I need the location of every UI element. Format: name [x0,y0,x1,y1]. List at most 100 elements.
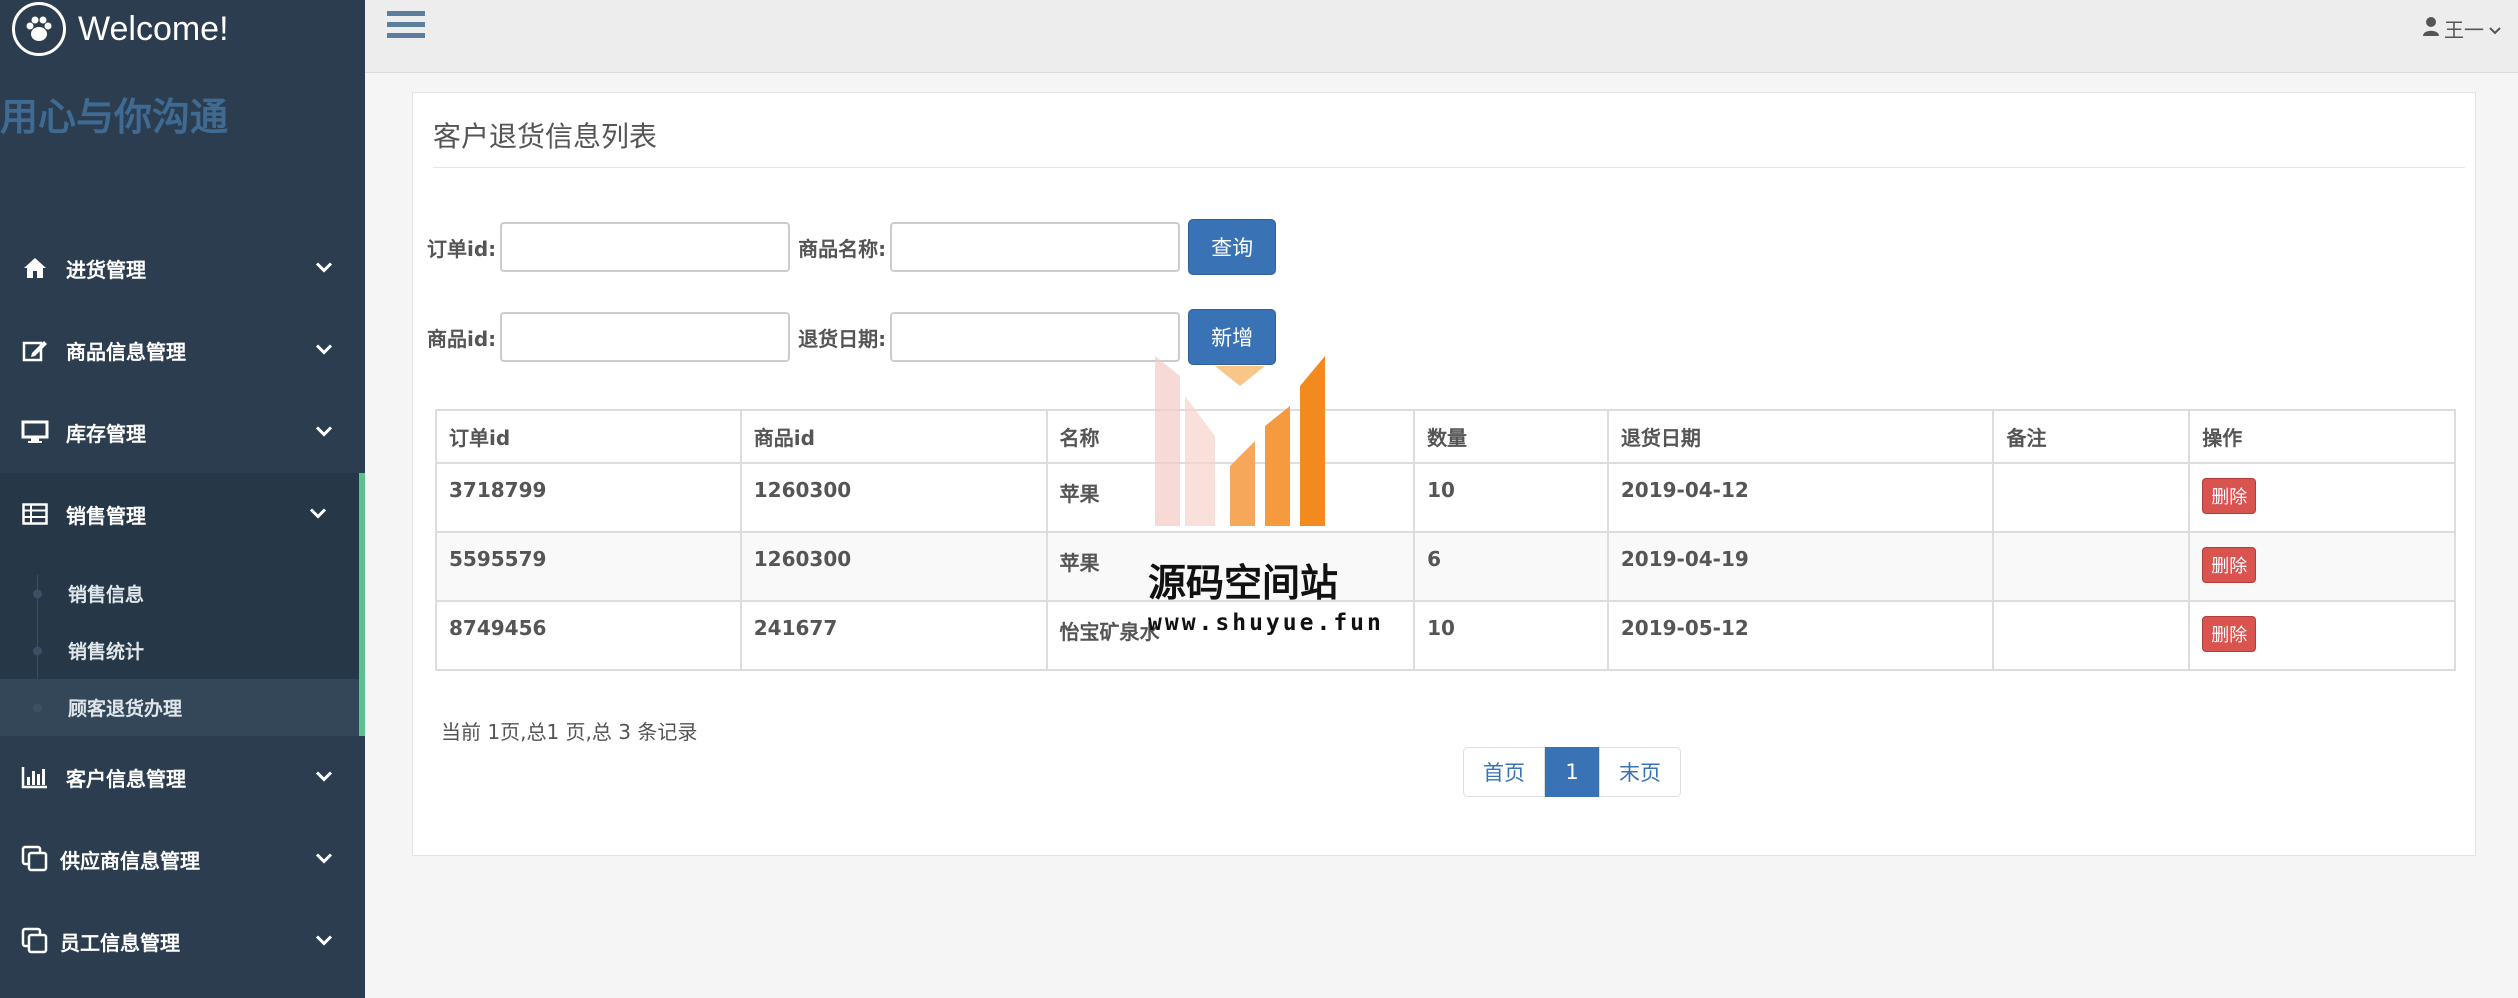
sidebar-item-supplier-info[interactable]: 供应商信息管理 [0,818,365,900]
dot-icon [33,646,42,655]
cell-order-id: 8749456 [435,600,742,671]
product-name-label: 商品名称: [798,236,887,261]
chevron-down-icon [315,341,333,360]
copy-icon [20,844,50,874]
cell-action: 删除 [2188,600,2456,671]
cell-qty: 10 [1413,600,1609,671]
return-date-input[interactable] [890,312,1181,362]
home-icon [20,253,50,283]
search-row-1: 订单id: 商品名称: 查询 [427,219,1277,275]
chevron-down-icon [2488,17,2502,41]
table-icon [20,499,50,529]
product-id-input[interactable] [500,312,791,362]
watermark-text: 源码空间站 [1148,561,1339,605]
column-header: 数量 [1413,409,1609,464]
current-page-button[interactable]: 1 [1545,747,1599,797]
sidebar-item-sales[interactable]: 销售管理 [0,473,365,555]
paw-logo-icon [12,2,66,56]
submenu-item-label: 销售统计 [68,641,145,663]
sidebar-item-label: 客户信息管理 [66,766,186,791]
cell-date: 2019-04-19 [1606,531,1995,602]
pagination-summary: 当前 1页,总1 页,总 3 条记录 [441,720,698,744]
submenu-item-label: 销售信息 [68,584,145,606]
table-row: 3718799 1260300 苹果 10 2019-04-12 删除 [435,462,2456,533]
chevron-down-icon [315,768,333,787]
sidebar-item-product-info[interactable]: 商品信息管理 [0,309,365,391]
sidebar-item-purchase[interactable]: 进货管理 [0,227,365,309]
dot-icon [33,589,42,598]
delete-button[interactable]: 删除 [2202,616,2257,652]
menu-toggle-icon[interactable] [387,9,425,45]
chevron-down-icon [315,423,333,442]
sidebar-item-inventory[interactable]: 库存管理 [0,391,365,473]
sidebar-item-label: 库存管理 [66,421,146,446]
sidebar: Welcome! 用心与你沟通 进货管理 商品信息管理 库存管理 销售管理 销售… [0,0,365,998]
product-id-label: 商品id: [427,326,497,351]
returns-panel: 客户退货信息列表 订单id: 商品名称: 查询 商品id: 退货日期: 新增 订… [412,92,2476,856]
brand: Welcome! [0,0,365,58]
sidebar-item-label: 员工信息管理 [60,930,180,955]
chevron-down-icon [309,505,327,524]
product-name-input[interactable] [890,222,1181,272]
cell-date: 2019-04-12 [1606,462,1995,533]
page-title: 客户退货信息列表 [433,120,658,153]
bar-chart-icon [20,762,50,792]
sidebar-menu: 进货管理 商品信息管理 库存管理 销售管理 销售信息 销售统计 顾客退货办理 客… [0,227,365,982]
monitor-icon [20,417,50,447]
cell-action: 删除 [2188,462,2456,533]
column-header: 备注 [1992,409,2191,464]
edit-icon [20,335,50,365]
first-page-button[interactable]: 首页 [1463,747,1545,797]
user-icon [2422,16,2440,41]
table-row: 8749456 241677 怡宝矿泉水 10 2019-05-12 删除 [435,600,2456,671]
submenu-item-customer-returns[interactable]: 顾客退货办理 [0,679,359,736]
cell-date: 2019-05-12 [1606,600,1995,671]
delete-button[interactable]: 删除 [2202,547,2257,583]
submenu-item-sales-stats[interactable]: 销售统计 [0,622,359,679]
sidebar-item-label: 销售管理 [66,503,146,528]
topbar: 王一 [365,0,2518,73]
brand-title: Welcome! [78,9,229,48]
user-menu[interactable]: 王一 [2422,14,2502,43]
slogan: 用心与你沟通 [0,95,229,139]
cell-note [1992,462,2191,533]
sidebar-item-employee-info[interactable]: 员工信息管理 [0,900,365,982]
sidebar-item-label: 进货管理 [66,257,146,282]
copy-icon [20,926,50,956]
divider [433,167,2465,168]
returns-table: 订单id 商品id 名称 数量 退货日期 备注 操作 3718799 12603… [435,409,2456,671]
sidebar-item-label: 商品信息管理 [66,339,186,364]
cell-note [1992,600,2191,671]
order-id-label: 订单id: [427,236,497,261]
chevron-down-icon [315,259,333,278]
delete-button[interactable]: 删除 [2202,478,2257,514]
pagination: 首页 1 末页 [1463,747,1681,797]
cell-qty: 6 [1413,531,1609,602]
user-name: 王一 [2444,18,2484,42]
column-header: 商品id [739,409,1048,464]
cell-action: 删除 [2188,531,2456,602]
query-button[interactable]: 查询 [1188,219,1277,275]
cell-order-id: 3718799 [435,462,742,533]
sidebar-item-label: 供应商信息管理 [60,848,200,873]
search-row-2: 商品id: 退货日期: 新增 [427,309,1277,365]
table-header-row: 订单id 商品id 名称 数量 退货日期 备注 操作 [435,409,2456,464]
cell-product-id: 1260300 [739,462,1048,533]
sidebar-item-customer-info[interactable]: 客户信息管理 [0,736,365,818]
last-page-button[interactable]: 末页 [1599,747,1681,797]
chevron-down-icon [315,932,333,951]
chevron-down-icon [315,850,333,869]
submenu-item-label: 顾客退货办理 [68,698,183,720]
order-id-input[interactable] [500,222,791,272]
column-header: 订单id [435,409,742,464]
column-header: 退货日期 [1606,409,1995,464]
cell-qty: 10 [1413,462,1609,533]
cell-product-id: 1260300 [739,531,1048,602]
table-row: 5595579 1260300 苹果 6 2019-04-19 删除 [435,531,2456,602]
cell-note [1992,531,2191,602]
return-date-label: 退货日期: [798,326,887,351]
submenu-item-sales-info[interactable]: 销售信息 [0,565,359,622]
dot-icon [33,703,42,712]
cell-order-id: 5595579 [435,531,742,602]
watermark-url: www.shuyue.fun [1148,610,1384,636]
